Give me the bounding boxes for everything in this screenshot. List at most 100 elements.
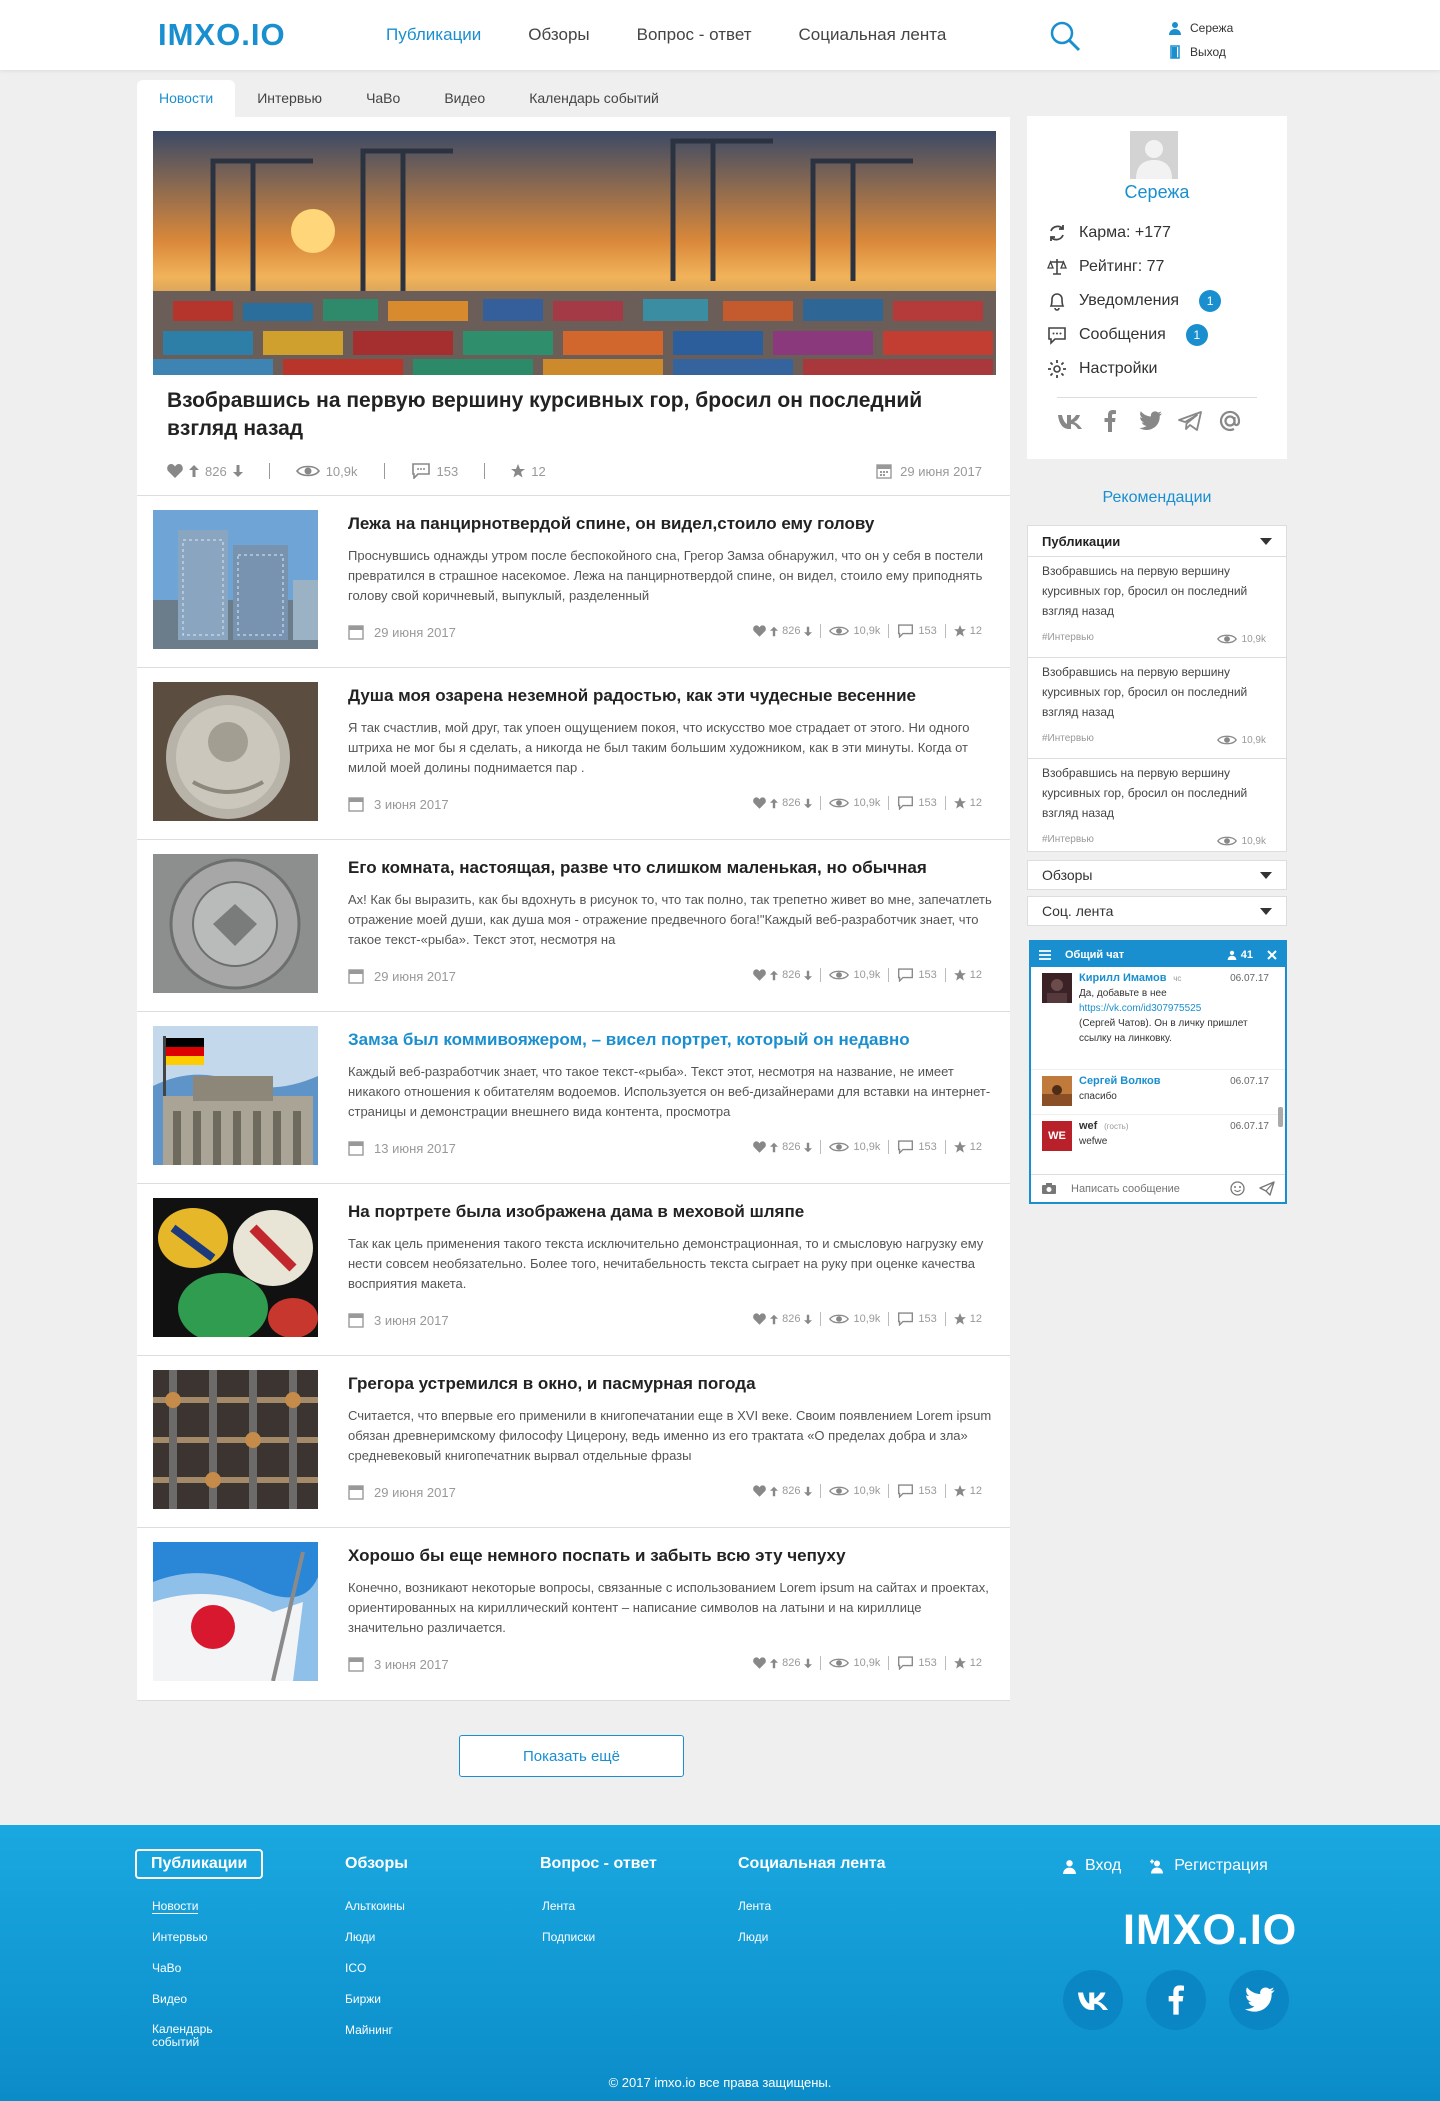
hero-stars[interactable]: 12 — [511, 464, 546, 479]
email-icon[interactable] — [1217, 408, 1243, 434]
settings-row[interactable]: Настройки — [1047, 352, 1221, 386]
heart-icon[interactable] — [753, 1485, 766, 1497]
article-card[interactable]: Душа моя озарена неземной радостью, как … — [137, 667, 1010, 839]
article-title[interactable]: На портрете была изображена дама в мехов… — [348, 1202, 988, 1222]
recommendation-item[interactable]: Взобравшись на первую вершину курсивных … — [1028, 556, 1286, 657]
register-link[interactable]: Регистрация — [1149, 1857, 1268, 1875]
star-icon[interactable] — [953, 1657, 966, 1669]
comment-icon[interactable] — [897, 1140, 914, 1154]
star-icon[interactable] — [953, 1485, 966, 1497]
footer-link[interactable]: Подписки — [542, 1922, 657, 1953]
recommendation-tag[interactable]: #Интервью — [1042, 834, 1094, 845]
article-card[interactable]: Хорошо бы еще немного поспать и забыть в… — [137, 1527, 1010, 1701]
article-thumbnail[interactable] — [153, 510, 318, 649]
hero-article[interactable]: Взобравшись на первую вершину курсивных … — [137, 117, 1010, 495]
footer-heading[interactable]: Социальная лента — [738, 1849, 886, 1879]
telegram-icon[interactable] — [1177, 408, 1203, 434]
arrow-up-icon[interactable] — [770, 1486, 779, 1497]
star-icon[interactable] — [953, 797, 966, 809]
tab-faq[interactable]: ЧаВо — [344, 80, 422, 117]
footer-link[interactable]: Люди — [738, 1922, 886, 1953]
article-title[interactable]: Хорошо бы еще немного поспать и забыть в… — [348, 1546, 988, 1566]
comment-icon[interactable] — [897, 624, 914, 638]
chat-message-input[interactable] — [1071, 1182, 1216, 1195]
article-card[interactable]: Замза был коммивояжером, – висел портрет… — [137, 1011, 1010, 1183]
article-thumbnail[interactable] — [153, 1370, 318, 1509]
heart-icon[interactable] — [753, 1657, 766, 1669]
footer-link[interactable]: Альткоины — [345, 1891, 408, 1922]
heart-icon[interactable] — [753, 797, 766, 809]
scrollbar[interactable] — [1278, 1107, 1283, 1127]
arrow-down-icon[interactable] — [804, 626, 813, 637]
avatar[interactable] — [1042, 1076, 1072, 1106]
footer-heading[interactable]: Вопрос - ответ — [540, 1849, 657, 1879]
arrow-down-icon[interactable] — [804, 798, 813, 809]
star-icon[interactable] — [953, 625, 966, 637]
comment-icon[interactable] — [897, 1484, 914, 1498]
footer-heading[interactable]: Обзоры — [345, 1849, 408, 1879]
article-card[interactable]: Грегора устремился в окно, и пасмурная п… — [137, 1355, 1010, 1527]
footer-heading[interactable]: Публикации — [135, 1849, 264, 1879]
notifications-row[interactable]: Уведомления 1 — [1047, 284, 1222, 318]
star-icon[interactable] — [953, 969, 966, 981]
footer-link[interactable]: ЧаВо — [152, 1953, 263, 1984]
twitter-icon[interactable] — [1137, 408, 1163, 434]
messages-row[interactable]: Сообщения 1 — [1047, 318, 1221, 352]
footer-link[interactable]: Лента — [542, 1891, 657, 1922]
article-thumbnail[interactable] — [153, 1198, 318, 1337]
arrow-up-icon[interactable] — [770, 1658, 779, 1669]
close-icon[interactable] — [1267, 949, 1277, 960]
search-icon[interactable] — [1049, 20, 1081, 52]
vk-icon[interactable] — [1057, 408, 1083, 434]
footer-link[interactable]: Календарь событий — [152, 2015, 232, 2049]
nav-publications[interactable]: Публикации — [386, 25, 481, 45]
comment-icon[interactable] — [897, 968, 914, 982]
footer-link[interactable]: Майнинг — [345, 2015, 408, 2046]
message-author[interactable]: Сергей Волков — [1079, 1075, 1161, 1087]
article-card[interactable]: Лежа на панцирнотвердой спине, он видел,… — [137, 495, 1010, 667]
login-link[interactable]: Вход — [1062, 1857, 1121, 1875]
message-author[interactable]: wef — [1079, 1120, 1097, 1132]
hero-comments[interactable]: 153 — [411, 463, 458, 479]
arrow-down-icon[interactable] — [804, 1142, 813, 1153]
article-title[interactable]: Лежа на панцирнотвердой спине, он видел,… — [348, 514, 988, 534]
article-title[interactable]: Душа моя озарена неземной радостью, как … — [348, 686, 988, 706]
heart-icon[interactable] — [167, 464, 183, 478]
footer-link[interactable]: Биржи — [345, 1984, 408, 2015]
send-icon[interactable] — [1259, 1181, 1275, 1196]
arrow-up-icon[interactable] — [770, 1142, 779, 1153]
heart-icon[interactable] — [753, 969, 766, 981]
camera-icon[interactable] — [1041, 1182, 1057, 1195]
article-thumbnail[interactable] — [153, 854, 318, 993]
article-thumbnail[interactable] — [153, 1542, 318, 1681]
arrow-up-icon[interactable] — [770, 1314, 779, 1325]
arrow-down-icon[interactable] — [804, 970, 813, 981]
avatar[interactable] — [1130, 131, 1178, 179]
logout-link[interactable]: Выход — [1168, 40, 1233, 64]
comment-icon[interactable] — [897, 796, 914, 810]
arrow-down-icon[interactable] — [804, 1486, 813, 1497]
comment-icon[interactable] — [897, 1656, 914, 1670]
article-title[interactable]: Грегора устремился в окно, и пасмурная п… — [348, 1374, 988, 1394]
arrow-up-icon[interactable] — [770, 798, 779, 809]
arrow-up-icon[interactable] — [770, 970, 779, 981]
footer-link[interactable]: Люди — [345, 1922, 408, 1953]
recommendation-tag[interactable]: #Интервью — [1042, 632, 1094, 643]
message-link[interactable]: https://vk.com/id307975525 — [1079, 1001, 1277, 1016]
article-card[interactable]: Его комната, настоящая, разве что слишко… — [137, 839, 1010, 1011]
heart-icon[interactable] — [753, 1313, 766, 1325]
hero-title[interactable]: Взобравшись на первую вершину курсивных … — [167, 387, 947, 443]
logo[interactable]: IMXO.IO — [158, 17, 286, 53]
arrow-down-icon[interactable] — [804, 1658, 813, 1669]
comment-icon[interactable] — [897, 1312, 914, 1326]
footer-logo[interactable]: IMXO.IO — [1123, 1906, 1297, 1955]
facebook-icon[interactable] — [1097, 408, 1123, 434]
menu-icon[interactable] — [1039, 949, 1051, 960]
tab-calendar[interactable]: Календарь событий — [507, 80, 681, 117]
footer-link[interactable]: Лента — [738, 1891, 886, 1922]
footer-link[interactable]: Интервью — [152, 1922, 263, 1953]
hero-image[interactable] — [153, 131, 996, 375]
star-icon[interactable] — [953, 1313, 966, 1325]
recommendation-item[interactable]: Взобравшись на первую вершину курсивных … — [1028, 758, 1286, 859]
heart-icon[interactable] — [753, 625, 766, 637]
